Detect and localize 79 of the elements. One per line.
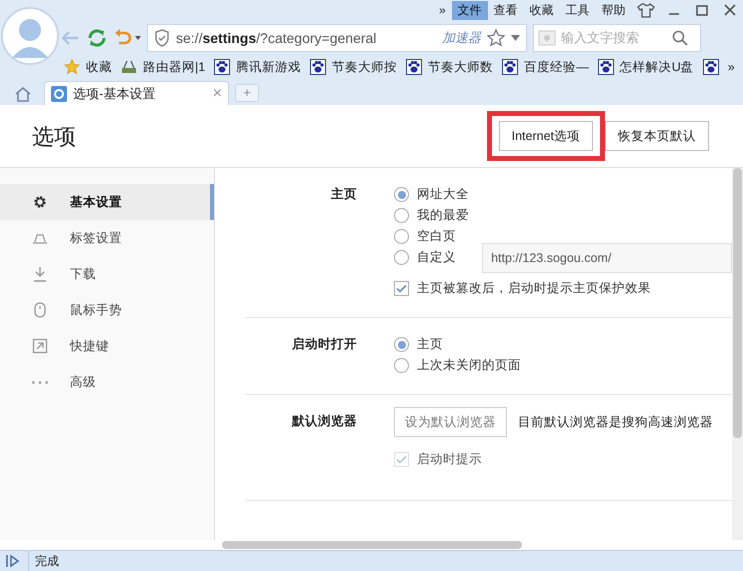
address-bar[interactable]: se://settings/?category=general 加速器 (147, 24, 527, 52)
star-icon[interactable] (487, 29, 505, 47)
shirt-icon[interactable] (636, 2, 655, 18)
option-label: 启动时提示 (417, 451, 482, 468)
paw-icon (598, 59, 614, 75)
sidebar-item[interactable]: 高级 (0, 364, 214, 400)
option-label: 空白页 (417, 228, 456, 246)
url-field[interactable]: http://123.sogou.com/ (482, 242, 732, 272)
paw-icon (406, 59, 422, 75)
menu-item[interactable]: 查看 (488, 0, 524, 20)
refresh-icon[interactable] (86, 28, 108, 48)
url-text: se://settings/?category=general (176, 28, 378, 48)
overflow-chevron[interactable]: » (724, 58, 738, 76)
radio-button[interactable] (394, 337, 410, 352)
header-button[interactable]: Internet选项 (498, 121, 593, 151)
search-engine-icon[interactable] (538, 30, 556, 46)
menu-item[interactable]: 帮助 (596, 0, 632, 20)
menu-item[interactable]: 收藏 (524, 0, 560, 20)
home-icon[interactable] (14, 86, 32, 102)
gear-icon (32, 194, 48, 210)
search-bar[interactable]: 输入文字搜索 (533, 24, 701, 52)
checkbox[interactable] (394, 281, 410, 296)
sidebar-toggle-icon[interactable] (6, 554, 22, 568)
mouse-icon (32, 302, 48, 318)
paw-icon[interactable] (702, 59, 719, 75)
paw-icon (502, 59, 518, 75)
option-label: 自定义 (417, 249, 456, 266)
shortcut-icon (32, 338, 48, 354)
tab[interactable]: 选项-基本设置 × (44, 81, 229, 105)
page-title: 选项 (32, 122, 76, 150)
header-button[interactable]: 恢复本页默认 (605, 121, 709, 151)
sidebar-item[interactable]: 快捷键 (0, 328, 214, 364)
radio-button[interactable] (394, 187, 410, 202)
default-browser-button[interactable]: 设为默认浏览器 (394, 407, 508, 437)
sidebar-item[interactable]: 下载 (0, 256, 214, 292)
status-note: 目前默认浏览器是搜狗高速浏览器 (518, 414, 714, 431)
paw-icon (310, 59, 326, 75)
radio-button[interactable] (394, 208, 410, 223)
option-label: 上次未关闭的页面 (417, 357, 522, 374)
radio-button[interactable] (394, 229, 410, 244)
settings-icon (51, 86, 67, 102)
scrollbar-thumb[interactable] (222, 541, 522, 549)
menu-item[interactable]: 工具 (560, 0, 596, 20)
search-field[interactable]: 输入文字搜索 (559, 27, 669, 49)
bookmark-link[interactable]: 百度经验— (521, 58, 592, 76)
setting-label: 启动时打开 (291, 336, 358, 353)
sidebar-item[interactable]: 基本设置 (0, 184, 214, 220)
radio-button[interactable] (394, 358, 410, 373)
bookmark-link[interactable]: 路由器网|1 (140, 58, 208, 76)
accelerator-link[interactable]: 加速器 (442, 28, 481, 48)
setting-label: 主页 (330, 186, 358, 203)
option-label: 网址大全 (417, 186, 470, 204)
option-label: 主页 (417, 336, 444, 354)
menu-item[interactable]: 文件 (452, 0, 488, 20)
bookmark-link[interactable]: 怎样解决U盘 (616, 58, 697, 76)
sidebar-item[interactable]: 鼠标手势 (0, 292, 214, 328)
router-icon (121, 59, 137, 75)
bookmark-link[interactable]: 节奏大师按 (329, 58, 400, 76)
download-icon (32, 266, 48, 282)
radio-button[interactable] (394, 250, 410, 265)
bookmark-link[interactable]: 收藏 (83, 58, 115, 76)
more-icon (32, 380, 48, 384)
bookmark-link[interactable]: 节奏大师数 (425, 58, 496, 76)
paw-icon (214, 59, 230, 75)
setting-label: 默认浏览器 (290, 413, 358, 430)
status-text: 完成 (35, 553, 59, 570)
caret-icon[interactable] (135, 36, 141, 40)
option-label: 我的最爱 (417, 207, 470, 224)
search-icon[interactable] (672, 30, 688, 46)
caret-icon[interactable] (511, 35, 520, 41)
avatar-icon[interactable] (0, 6, 60, 66)
option-label: 主页被篡改后，启动时提示主页保护效果 (417, 280, 652, 298)
star-icon (64, 59, 80, 75)
bookmark-link[interactable]: 腾讯新游戏 (233, 58, 304, 76)
scrollbar-thumb[interactable] (733, 168, 742, 438)
overflow-chevron[interactable]: » (433, 0, 452, 20)
shield-icon[interactable] (154, 29, 170, 47)
back-icon[interactable] (60, 30, 80, 46)
sidebar-item[interactable]: 标签设置 (0, 220, 214, 256)
